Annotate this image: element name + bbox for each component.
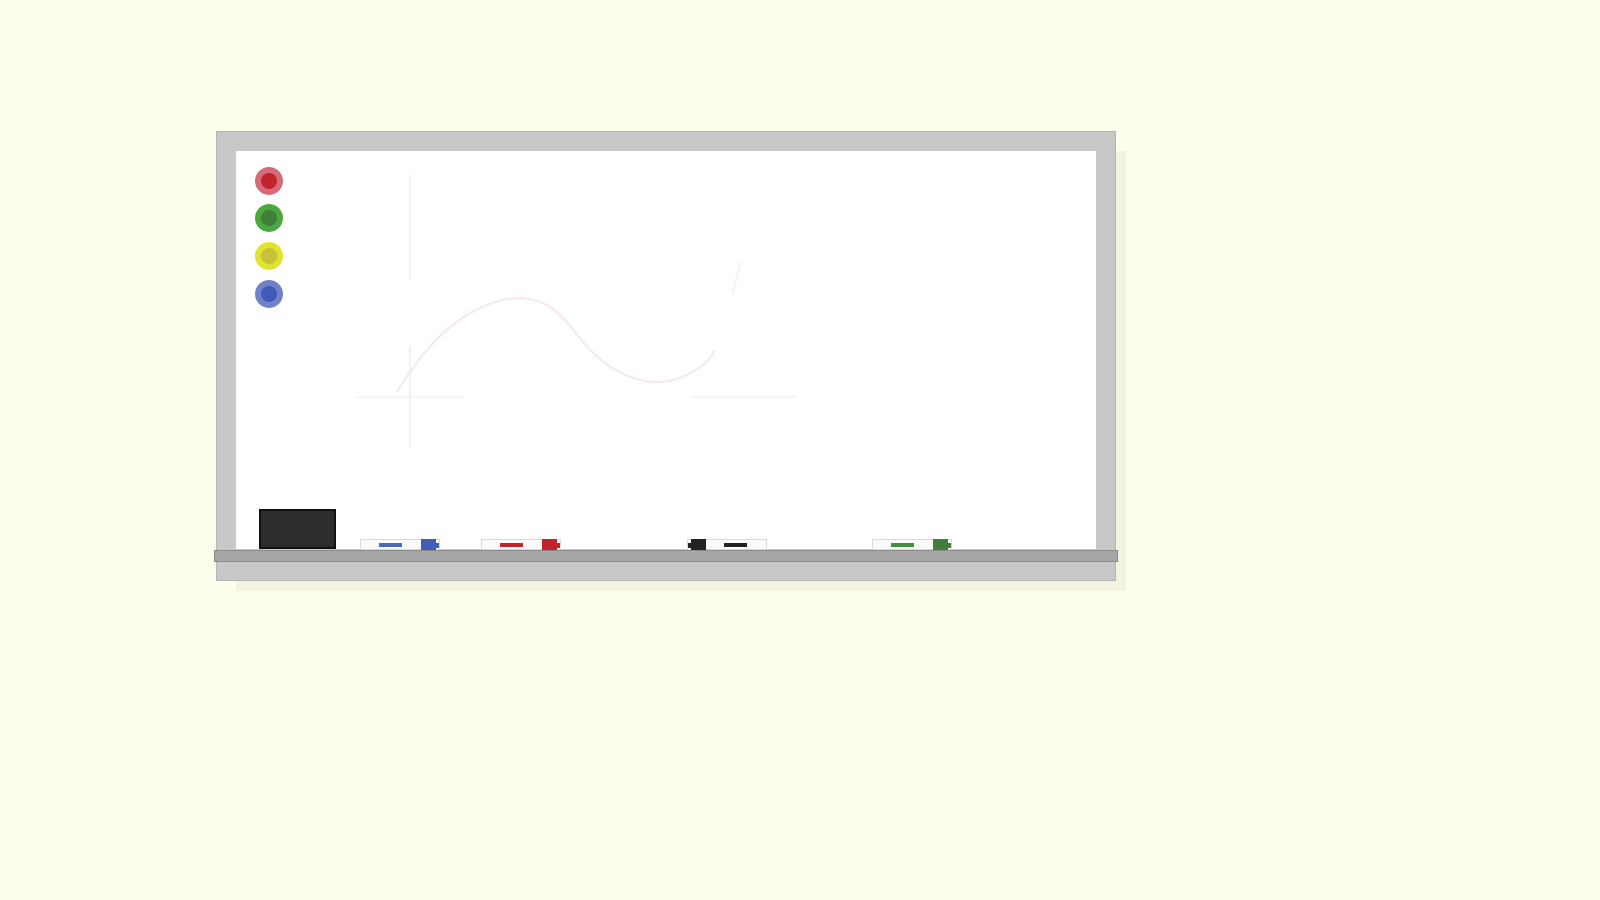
black-marker-cap [691, 539, 706, 550]
black-marker[interactable] [687, 539, 767, 550]
red-marker-tip [557, 543, 560, 548]
red-magnet[interactable] [255, 167, 283, 195]
sketch-curve-tail-line [731, 261, 742, 295]
blue-marker-cap [421, 539, 436, 550]
green-marker[interactable] [872, 539, 952, 550]
sketch-sine-curve [396, 297, 716, 393]
blue-marker[interactable] [360, 539, 440, 550]
whiteboard-surface[interactable] [236, 151, 1096, 549]
faint-sine-sketch [357, 175, 796, 448]
blue-marker-tip [436, 543, 439, 548]
blue-magnet[interactable] [255, 280, 283, 308]
green-marker-cap [933, 539, 948, 550]
blue-marker-label [379, 543, 402, 547]
red-marker[interactable] [481, 539, 561, 550]
black-marker-tip [688, 543, 691, 548]
red-marker-label [500, 543, 523, 547]
green-marker-label [891, 543, 914, 547]
yellow-magnet[interactable] [255, 242, 283, 270]
black-marker-label [724, 543, 747, 547]
red-marker-cap [542, 539, 557, 550]
whiteboard-eraser[interactable] [259, 509, 336, 549]
green-marker-tip [948, 543, 951, 548]
marker-tray [214, 550, 1118, 562]
green-magnet[interactable] [255, 204, 283, 232]
